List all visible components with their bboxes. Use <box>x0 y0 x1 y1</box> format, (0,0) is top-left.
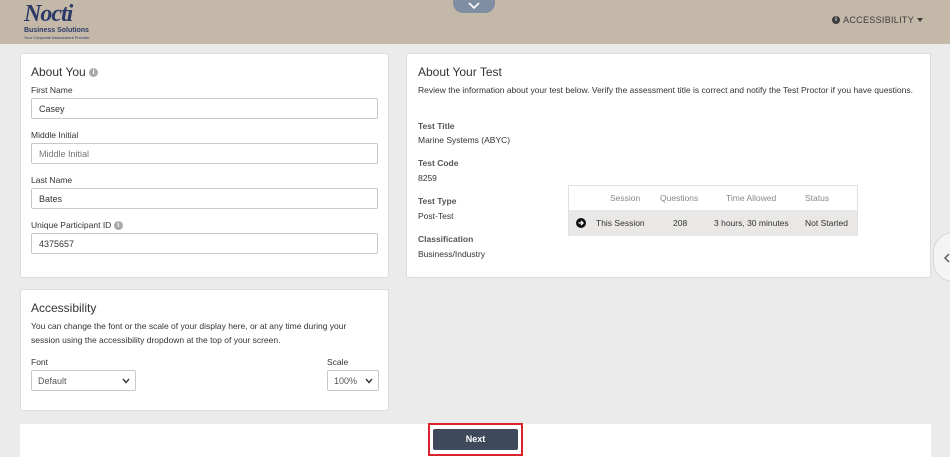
font-select[interactable]: Default <box>31 370 136 391</box>
about-you-title-text: About You <box>31 65 86 79</box>
chevron-down-icon <box>468 2 480 10</box>
row-questions: 208 <box>673 218 688 228</box>
accessibility-label: ACCESSIBILITY <box>843 15 914 25</box>
font-label: Font <box>31 357 49 367</box>
top-header: Nocti Business Solutions Your Corporate … <box>0 0 950 44</box>
chevron-down-icon <box>122 378 130 384</box>
info-icon: i <box>832 16 841 24</box>
accessibility-dropdown[interactable]: i ACCESSIBILITY <box>832 15 923 25</box>
info-icon[interactable]: i <box>89 68 99 78</box>
test-type-value: Post-Test <box>418 211 454 221</box>
about-test-description: Review the information about your test b… <box>418 85 913 95</box>
arrow-right-icon <box>576 218 586 228</box>
participant-id-label-text: Unique Participant ID <box>31 220 112 230</box>
scale-select-value: 100% <box>334 376 358 386</box>
info-icon[interactable]: i <box>113 221 123 231</box>
font-select-value: Default <box>38 376 67 386</box>
row-status: Not Started <box>805 218 848 228</box>
accessibility-card: Accessibility You can change the font or… <box>20 289 389 411</box>
participant-id-field[interactable]: 4375657 <box>31 233 378 254</box>
collapse-header-button[interactable] <box>453 0 495 13</box>
nocti-logo: Nocti Business Solutions Your Corporate … <box>20 1 95 41</box>
test-title-value: Marine Systems (ABYC) <box>418 135 511 145</box>
first-name-label: First Name <box>31 85 73 95</box>
table-header-session: Session <box>610 193 641 203</box>
test-title-label: Test Title <box>418 121 455 131</box>
last-name-label: Last Name <box>31 175 73 185</box>
middle-initial-label: Middle Initial <box>31 130 79 140</box>
logo-subtitle: Business Solutions <box>24 27 89 34</box>
scale-label: Scale <box>327 357 349 367</box>
about-test-title: About Your Test <box>418 65 502 79</box>
accessibility-description: You can change the font or the scale of … <box>31 321 347 345</box>
side-panel-toggle[interactable] <box>933 232 950 282</box>
next-button[interactable]: Next <box>433 429 518 450</box>
scale-select[interactable]: 100% <box>327 370 379 391</box>
chevron-down-icon <box>365 378 373 384</box>
last-name-field[interactable]: Bates <box>31 188 378 209</box>
chevron-left-icon <box>944 253 950 263</box>
table-header-status: Status <box>805 193 830 203</box>
logo-tagline: Your Corporate Assessment Provider <box>24 35 90 40</box>
table-row[interactable]: This Session 208 3 hours, 30 minutes Not… <box>569 210 857 236</box>
session-table: Session Questions Time Allowed Status Th… <box>568 185 858 236</box>
test-type-label: Test Type <box>418 196 457 206</box>
test-code-value: 8259 <box>418 173 437 183</box>
about-test-card: About Your Test Review the information a… <box>406 53 931 278</box>
row-session: This Session <box>596 218 645 228</box>
about-you-title: About You i <box>31 65 99 79</box>
table-header-questions: Questions <box>660 193 699 203</box>
participant-id-label: Unique Participant ID i <box>31 220 123 231</box>
about-you-card: About You i First Name Casey Middle Init… <box>20 53 389 278</box>
caret-down-icon <box>917 18 923 22</box>
accessibility-title: Accessibility <box>31 301 97 315</box>
first-name-field[interactable]: Casey <box>31 98 378 119</box>
middle-initial-field[interactable]: Middle Initial <box>31 143 378 164</box>
row-time: 3 hours, 30 minutes <box>714 218 789 228</box>
table-header-time: Time Allowed <box>726 193 777 203</box>
logo-wordmark: Nocti <box>24 1 73 27</box>
classification-label: Classification <box>418 234 474 244</box>
test-code-label: Test Code <box>418 158 459 168</box>
classification-value: Business/Industry <box>418 249 486 259</box>
